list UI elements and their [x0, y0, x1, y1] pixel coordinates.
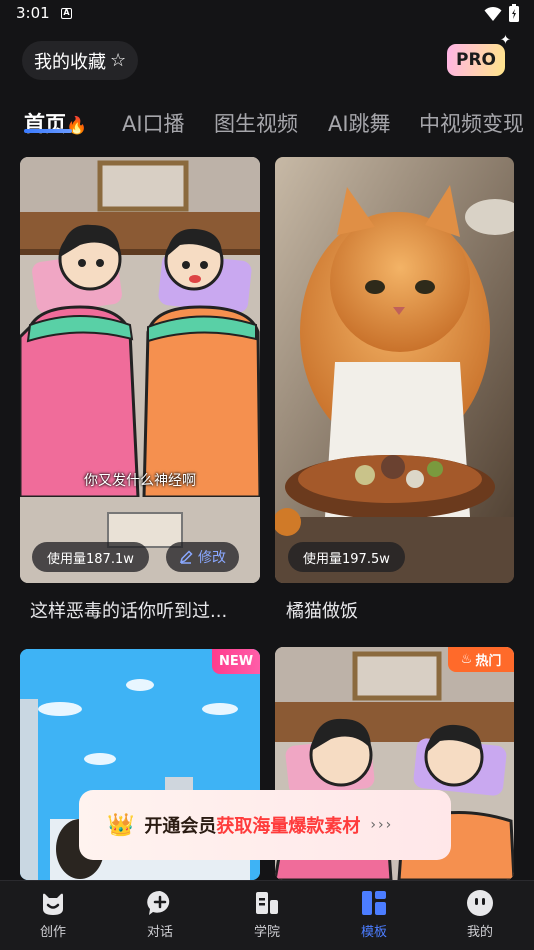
my-favorites-button[interactable]: 我的收藏 ☆ [22, 41, 139, 80]
status-time: 3:01 [16, 4, 50, 22]
crown-icon: 👑 [107, 812, 135, 838]
vip-highlight-text: 获取海量爆款素材 [216, 816, 361, 837]
nav-templates[interactable]: 模板 [339, 889, 409, 940]
tab-home[interactable]: 首页🔥 [24, 108, 87, 138]
card-1-title[interactable]: 这样恶毒的话你听到过... [30, 597, 227, 623]
pro-button[interactable]: PRO [447, 44, 505, 76]
nav-chat[interactable]: 对话 [125, 889, 195, 940]
face-icon [467, 890, 493, 916]
wifi-icon [484, 6, 502, 21]
pencil-icon [179, 550, 193, 564]
favorites-label: 我的收藏 [34, 51, 106, 73]
template-card-1[interactable]: 你又发什么神经啊 [20, 157, 260, 583]
status-bar: 3:01 A [0, 0, 534, 28]
book-icon [256, 892, 278, 914]
star-icon: ☆ [110, 50, 127, 71]
hot-badge: ♨ 热门 [448, 647, 514, 672]
new-badge: NEW [212, 649, 260, 674]
template-card-2[interactable] [275, 157, 514, 583]
vip-promo-banner[interactable]: 👑 开通会员 获取海量爆款素材 ››› [79, 790, 451, 860]
bottom-navigation: 创作 对话 学院 模板 我的 [0, 880, 534, 950]
sparkle-icon: ✦ [500, 33, 511, 48]
arrow-dots-icon: ››› [370, 817, 394, 833]
edit-label: 修改 [198, 550, 226, 566]
tab-ai-voice[interactable]: AI口播 [122, 108, 185, 138]
tab-ai-dance[interactable]: AI跳舞 [328, 108, 391, 138]
nav-academy[interactable]: 学院 [232, 889, 302, 940]
card-1-thumbnail [20, 157, 260, 583]
template-grid-icon [362, 891, 386, 915]
flame-icon: ♨ [460, 652, 473, 667]
smile-bag-icon [43, 893, 63, 915]
fire-icon: 🔥 [66, 116, 88, 136]
tab-active-indicator [24, 129, 72, 133]
usage-count-badge: 使用量187.1w [32, 542, 149, 572]
category-tabs: 首页🔥 AI口播 图生视频 AI跳舞 中视频变现 [0, 104, 534, 144]
nav-create[interactable]: 创作 [18, 889, 88, 940]
card-2-thumbnail [275, 157, 514, 583]
usage-count-badge: 使用量197.5w [288, 542, 405, 572]
card-2-title[interactable]: 橘猫做饭 [286, 597, 358, 623]
battery-icon [509, 4, 519, 22]
tab-image-to-video[interactable]: 图生视频 [214, 108, 298, 138]
chat-plus-icon [147, 890, 170, 915]
tab-mid-video[interactable]: 中视频变现 [419, 108, 524, 138]
notification-a-icon: A [61, 8, 72, 19]
vip-text: 开通会员 [144, 816, 217, 837]
nav-profile[interactable]: 我的 [445, 889, 515, 940]
edit-button[interactable]: 修改 [166, 542, 239, 572]
card-1-subtitle: 你又发什么神经啊 [84, 473, 196, 489]
